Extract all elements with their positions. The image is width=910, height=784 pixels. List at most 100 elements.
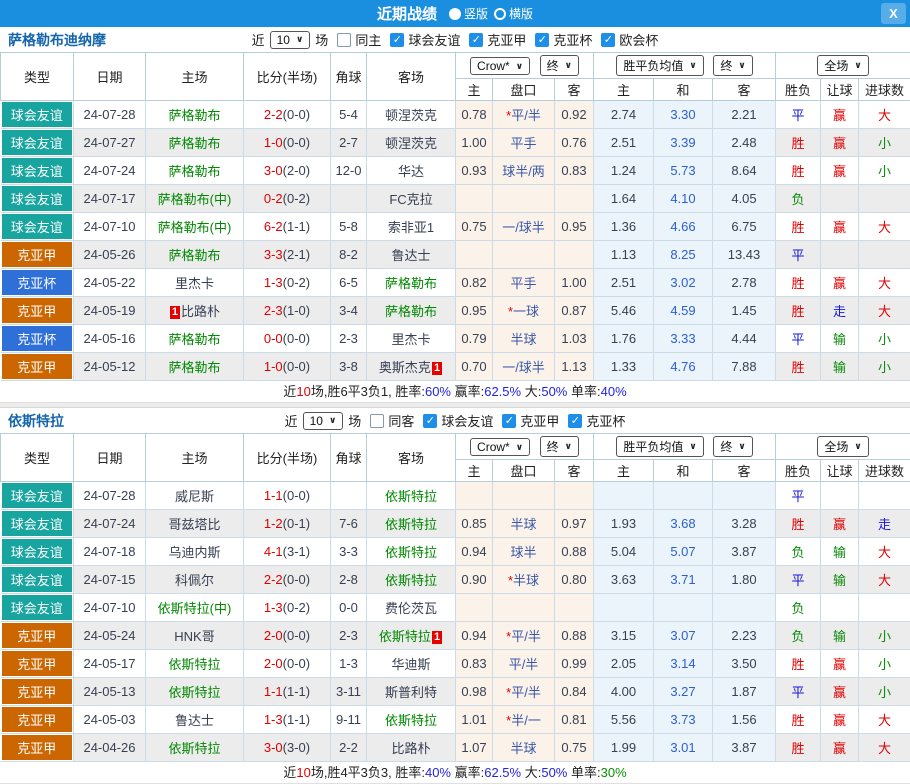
cell-handicap: 半球 bbox=[493, 325, 555, 353]
cell-handicap bbox=[493, 185, 555, 213]
cell-score: 0-0(0-0) bbox=[244, 325, 331, 353]
cell-avg-home: 2.51 bbox=[594, 129, 654, 157]
league-checkbox[interactable]: ✓ bbox=[423, 414, 437, 428]
type-badge: 克亚甲 bbox=[2, 735, 73, 760]
cell-goals: 大 bbox=[859, 213, 910, 241]
filter-row: 依斯特拉 近 10∨ 场 同客 ✓球会友谊✓克亚甲✓克亚杯 bbox=[0, 408, 910, 433]
cell-away: 萨格勒布 bbox=[367, 269, 456, 297]
cell-handicap-result: 赢 bbox=[821, 213, 859, 241]
cell-handicap: *一球 bbox=[493, 297, 555, 325]
team-label: 萨格勒布(中) bbox=[158, 192, 232, 207]
cell-odds-away: 0.95 bbox=[555, 213, 594, 241]
league-checkbox[interactable]: ✓ bbox=[568, 414, 582, 428]
table-row: 球会友谊 24-07-28 威尼斯 1-1(0-0) 依斯特拉 平 bbox=[1, 482, 910, 510]
team-label: 萨格勒布 bbox=[168, 332, 220, 347]
cell-avg-home: 1.76 bbox=[594, 325, 654, 353]
cell-handicap: *平/半 bbox=[493, 678, 555, 706]
table-row: 克亚甲 24-05-17 依斯特拉 2-0(0-0) 1-3 华迪斯 0.83 … bbox=[1, 650, 910, 678]
odds-source-select[interactable]: Crow*∨ bbox=[470, 438, 530, 456]
chevron-down-icon: ∨ bbox=[329, 415, 336, 426]
cell-goals: 大 bbox=[859, 269, 910, 297]
cell-corner: 3-3 bbox=[331, 538, 367, 566]
results-table: 类型 日期 主场 比分(半场) 角球 客场 Crow*∨ 终∨ 胜平负均值∨ 终… bbox=[0, 52, 910, 381]
score-full: 1-1 bbox=[264, 488, 283, 503]
col-result: 胜负 bbox=[776, 79, 821, 101]
avg-type-select[interactable]: 胜平负均值∨ bbox=[616, 436, 703, 457]
cell-date: 24-07-27 bbox=[74, 129, 146, 157]
chevron-down-icon: ∨ bbox=[516, 61, 523, 72]
league-checkbox[interactable]: ✓ bbox=[502, 414, 516, 428]
radio-horizontal-layout[interactable] bbox=[494, 8, 506, 20]
cell-odds-home: 1.01 bbox=[456, 706, 493, 734]
cell-result: 负 bbox=[776, 538, 821, 566]
cell-odds-home bbox=[456, 241, 493, 269]
cell-goals: 大 bbox=[859, 297, 910, 325]
cell-avg-away: 1.56 bbox=[713, 706, 776, 734]
cell-avg-away: 3.28 bbox=[713, 510, 776, 538]
radio-vertical-layout[interactable] bbox=[449, 8, 461, 20]
col-goals: 进球数 bbox=[859, 460, 910, 482]
cell-odds-away: 0.97 bbox=[555, 510, 594, 538]
score-half: (0-0) bbox=[283, 331, 310, 346]
score-half: (1-1) bbox=[283, 712, 310, 727]
table-row: 球会友谊 24-07-10 萨格勒布(中) 6-2(1-1) 5-8 索非亚1 … bbox=[1, 213, 910, 241]
match-count-select[interactable]: 10∨ bbox=[303, 412, 344, 430]
type-badge: 球会友谊 bbox=[2, 567, 73, 592]
cell-date: 24-07-24 bbox=[74, 510, 146, 538]
radio-horizontal-label: 横版 bbox=[509, 5, 533, 22]
cell-date: 24-07-10 bbox=[74, 594, 146, 622]
score-half: (0-0) bbox=[283, 359, 310, 374]
cell-odds-away: 0.87 bbox=[555, 297, 594, 325]
same-side-label: 同主 bbox=[355, 30, 381, 49]
league-checkbox[interactable]: ✓ bbox=[535, 33, 549, 47]
same-side-checkbox[interactable] bbox=[337, 33, 351, 47]
cell-handicap: 半球 bbox=[493, 510, 555, 538]
cell-avg-home: 3.63 bbox=[594, 566, 654, 594]
col-date: 日期 bbox=[74, 434, 146, 482]
scope-value: 全场 bbox=[824, 438, 848, 455]
cell-odds-away: 0.81 bbox=[555, 706, 594, 734]
score-full: 1-2 bbox=[264, 516, 283, 531]
cell-score: 2-3(1-0) bbox=[244, 297, 331, 325]
league-checkbox[interactable]: ✓ bbox=[601, 33, 615, 47]
cell-odds-away: 1.00 bbox=[555, 269, 594, 297]
league-checkbox[interactable]: ✓ bbox=[469, 33, 483, 47]
cell-score: 3-3(2-1) bbox=[244, 241, 331, 269]
score-full: 2-2 bbox=[264, 572, 283, 587]
league-checkbox-label: 克亚甲 bbox=[520, 411, 559, 430]
avg-final-select[interactable]: 终∨ bbox=[713, 436, 752, 457]
same-side-checkbox[interactable] bbox=[370, 414, 384, 428]
team-label: 科佩尔 bbox=[175, 573, 214, 588]
league-checkbox[interactable]: ✓ bbox=[390, 33, 404, 47]
odds-source-select[interactable]: Crow*∨ bbox=[470, 57, 530, 75]
score-full: 2-0 bbox=[264, 656, 283, 671]
close-button[interactable]: X bbox=[881, 3, 906, 24]
score-full: 1-3 bbox=[264, 275, 283, 290]
cell-score: 1-3(0-2) bbox=[244, 594, 331, 622]
handicap-value: 一/球半 bbox=[502, 220, 545, 235]
cell-handicap: *平/半 bbox=[493, 622, 555, 650]
scope-select[interactable]: 全场∨ bbox=[817, 55, 868, 76]
handicap-value: 平/半 bbox=[511, 108, 541, 123]
cell-odds-home: 1.07 bbox=[456, 734, 493, 762]
odds-final-select[interactable]: 终∨ bbox=[540, 436, 579, 457]
odds-final-select[interactable]: 终∨ bbox=[540, 55, 579, 76]
col-handicap-result: 让球 bbox=[821, 79, 859, 101]
score-half: (1-1) bbox=[283, 684, 310, 699]
cell-type: 克亚甲 bbox=[1, 353, 74, 381]
cell-corner: 2-2 bbox=[331, 734, 367, 762]
cell-odds-home bbox=[456, 185, 493, 213]
cell-avg-away: 1.80 bbox=[713, 566, 776, 594]
type-badge: 球会友谊 bbox=[2, 102, 73, 127]
handicap-value: 一/球半 bbox=[502, 360, 545, 375]
scope-select[interactable]: 全场∨ bbox=[817, 436, 868, 457]
match-count-select[interactable]: 10∨ bbox=[270, 31, 311, 49]
avg-type-select[interactable]: 胜平负均值∨ bbox=[616, 55, 703, 76]
avg-final-select[interactable]: 终∨ bbox=[713, 55, 752, 76]
cell-handicap-result: 赢 bbox=[821, 734, 859, 762]
col-odds-away: 客 bbox=[555, 79, 594, 101]
cell-score: 3-0(2-0) bbox=[244, 157, 331, 185]
col-type: 类型 bbox=[1, 53, 74, 101]
team-label: 依斯特拉(中) bbox=[158, 601, 232, 616]
score-full: 1-0 bbox=[264, 359, 283, 374]
